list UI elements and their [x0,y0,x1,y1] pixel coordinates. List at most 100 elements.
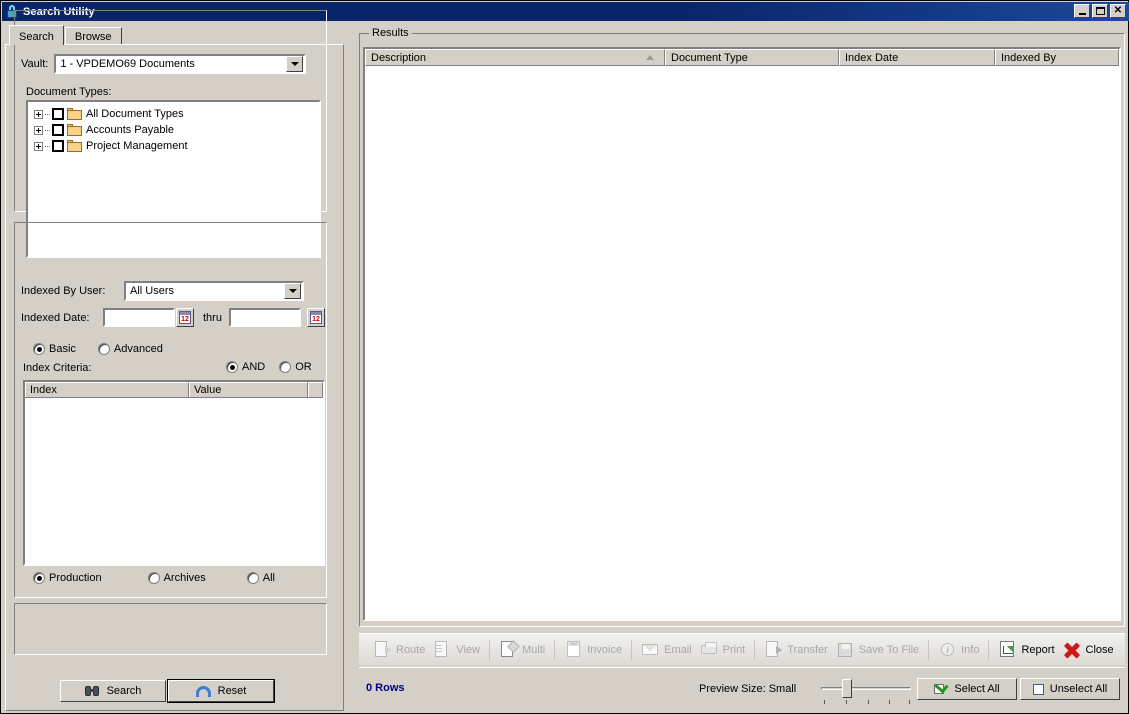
indexed-date-to-input[interactable] [228,308,301,327]
status-bar: 0 Rows Preview Size: Small Select All Un… [359,667,1125,711]
unselect-all-button[interactable]: Unselect All [1020,678,1120,700]
tree-item-project-management[interactable]: Project Management [34,138,319,154]
reset-arrow-icon [195,685,211,697]
tree-checkbox[interactable] [52,124,64,136]
multi-button[interactable]: Multi [495,636,549,664]
radio-basic[interactable] [33,343,45,355]
calendar-icon-from[interactable]: 12 [176,308,194,327]
indexed-date-row: Indexed Date: 12 thru 12 [21,308,325,327]
expand-plus-icon[interactable] [34,125,43,135]
radio-archives-label: Archives [163,572,206,584]
indexed-by-user-row: Indexed By User: All Users [21,281,304,301]
route-button[interactable]: Route [369,636,429,664]
radio-archives[interactable] [147,572,160,584]
column-header-index[interactable]: Index [25,382,189,397]
tree-item-label: Accounts Payable [86,124,175,136]
info-icon: i [938,640,957,659]
radio-advanced[interactable] [97,343,110,355]
folder-icon [67,124,82,136]
slider-track[interactable] [821,687,911,690]
indexed-date-from-input[interactable] [103,308,175,327]
results-column-headers: Description Document Type Index Date Ind… [365,49,1119,66]
maximize-button[interactable] [1092,4,1108,18]
vault-combobox[interactable]: 1 - VPDEMO69 Documents [54,54,307,74]
tree-checkbox[interactable] [52,108,64,120]
slider-thumb[interactable] [842,679,852,698]
reset-button[interactable]: Reset [167,679,275,703]
preview-size-slider[interactable] [821,676,911,706]
transfer-button-label: Transfer [787,643,828,656]
column-header-index-date[interactable]: Index Date [839,49,995,66]
email-icon [641,640,660,659]
close-x-icon [1063,640,1082,659]
chevron-down-icon[interactable] [284,283,301,299]
action-buttons-group-box [14,603,327,655]
slider-tick [824,700,825,704]
email-button[interactable]: Email [637,636,696,664]
close-results-button[interactable]: Close [1059,636,1118,664]
report-button[interactable]: Report [994,636,1058,664]
column-header-value[interactable]: Value [189,382,308,397]
radio-and[interactable] [226,361,238,373]
search-button-label: Search [106,685,142,697]
calendar-day: 12 [181,316,189,323]
tree-checkbox[interactable] [52,140,64,152]
radio-or[interactable] [279,361,292,373]
email-button-label: Email [664,643,692,656]
tab-search-label: Search [19,30,54,43]
invoice-button-label: Invoice [587,643,623,656]
tab-search[interactable]: Search [9,25,64,45]
calendar-icon-to[interactable]: 12 [306,308,325,327]
column-header-description-label: Description [371,51,427,64]
info-button-label: Info [961,643,980,656]
radio-basic-label: Basic [49,343,76,355]
route-button-label: Route [396,643,426,656]
tree-connector [45,145,50,147]
select-all-button[interactable]: Select All [917,678,1017,700]
toolbar-separator [554,639,556,660]
view-icon [433,640,452,659]
info-button[interactable]: i Info [934,636,983,664]
indexed-by-user-combobox[interactable]: All Users [124,281,304,301]
binoculars-icon [84,686,99,696]
minimize-button[interactable] [1074,4,1090,18]
report-button-label: Report [1021,643,1055,656]
window-controls: ✕ [1074,4,1126,18]
vault-value: 1 - VPDEMO69 Documents [60,58,195,70]
view-button[interactable]: View [429,636,484,664]
invoice-button[interactable]: INV Invoice [560,636,626,664]
folder-icon [67,108,82,120]
column-header-document-type[interactable]: Document Type [665,49,839,66]
expand-plus-icon[interactable] [34,109,43,119]
expand-plus-icon[interactable] [34,141,43,151]
radio-all[interactable] [246,572,259,584]
print-button[interactable]: Print [696,636,750,664]
tree-connector [45,129,50,131]
radio-and-label: AND [242,361,266,373]
empty-checkbox-icon [1032,683,1044,695]
tree-item-accounts-payable[interactable]: Accounts Payable [34,122,319,138]
multi-button-label: Multi [522,643,546,656]
column-header-indexed-by[interactable]: Indexed By [995,49,1119,66]
column-header-description[interactable]: Description [365,49,665,66]
vault-row: Vault: 1 - VPDEMO69 Documents [21,54,307,74]
tree-item-all-document-types[interactable]: All Document Types [34,106,319,122]
radio-all-label: All [262,572,276,584]
radio-production[interactable] [33,572,45,584]
radio-advanced-label: Advanced [113,343,163,355]
results-list[interactable]: Description Document Type Index Date Ind… [363,47,1121,621]
tree-item-label: Project Management [86,140,188,152]
transfer-button[interactable]: Transfer [760,636,832,664]
column-header-indexed-by-label: Indexed By [1001,51,1057,64]
save-to-file-button[interactable]: Save To File [832,636,923,664]
toolbar-separator [754,639,756,660]
chevron-down-icon[interactable] [286,56,304,72]
index-criteria-grid[interactable]: Index Value [23,380,325,566]
report-icon [998,640,1017,659]
close-button[interactable]: ✕ [1110,4,1126,18]
search-button[interactable]: Search [60,680,166,702]
radio-production-label: Production [49,572,102,584]
toolbar-separator [489,639,491,660]
close-button-label: Close [1085,643,1114,656]
transfer-icon [764,640,783,659]
